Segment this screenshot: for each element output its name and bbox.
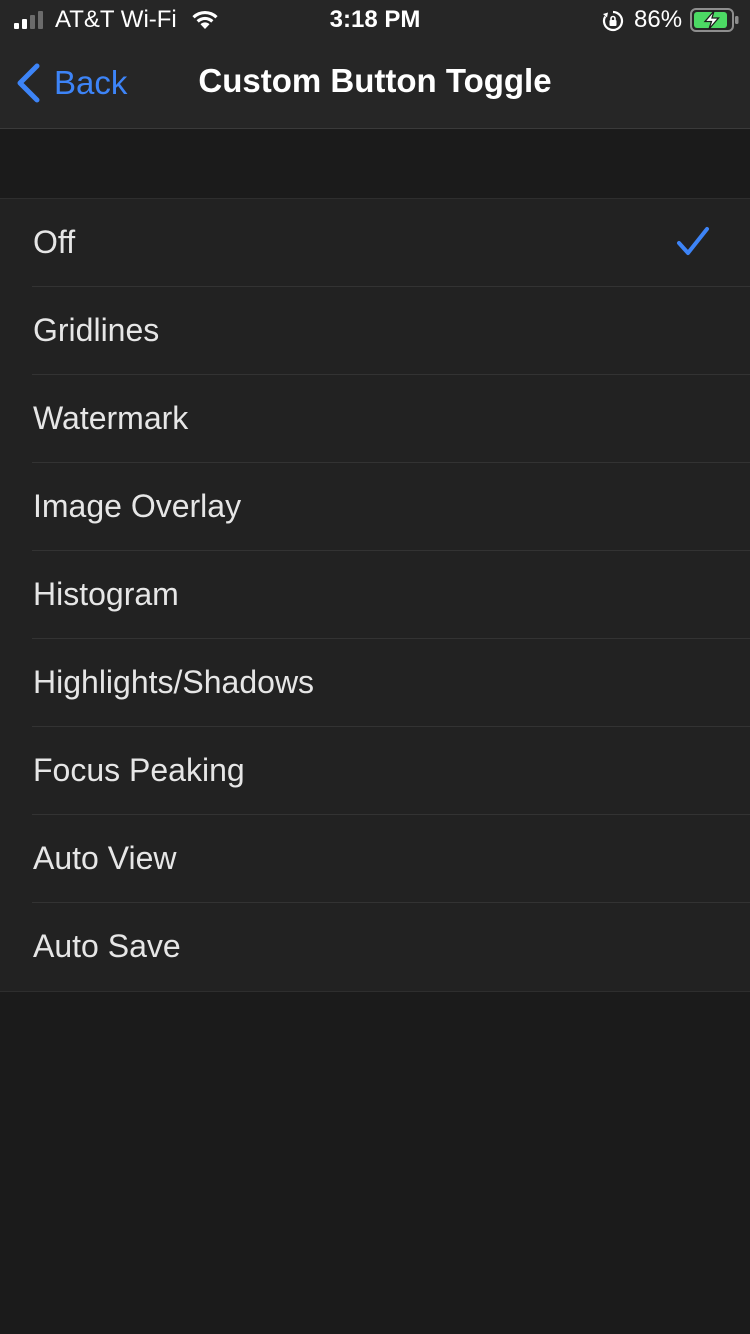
list-item-label: Off bbox=[33, 224, 76, 260]
list-item-label: Gridlines bbox=[33, 312, 160, 348]
list-item-label: Auto Save bbox=[33, 928, 181, 964]
battery-percent: 86% bbox=[634, 6, 683, 33]
list-item-label: Auto View bbox=[33, 840, 177, 876]
list-item-image-overlay[interactable]: Image Overlay bbox=[0, 463, 750, 551]
list-item-label: Image Overlay bbox=[33, 488, 242, 524]
list-item-label: Watermark bbox=[33, 400, 189, 436]
screen: AT&T Wi-Fi 3:18 PM 86% Back Custom Butto… bbox=[0, 0, 750, 1334]
status-bar: AT&T Wi-Fi 3:18 PM 86% bbox=[0, 0, 750, 40]
checkmark-icon bbox=[677, 227, 709, 255]
list-item-label: Histogram bbox=[33, 576, 179, 612]
page-title: Custom Button Toggle bbox=[198, 62, 552, 99]
list-item-label: Focus Peaking bbox=[33, 752, 245, 788]
list-item-highlights-shadows[interactable]: Highlights/Shadows bbox=[0, 639, 750, 727]
list-item-auto-view[interactable]: Auto View bbox=[0, 815, 750, 903]
navigation-bar: Back Custom Button Toggle bbox=[0, 40, 750, 128]
list-item-histogram[interactable]: Histogram bbox=[0, 551, 750, 639]
list-item-gridlines[interactable]: Gridlines bbox=[0, 287, 750, 375]
battery-charging-icon bbox=[690, 8, 739, 32]
list-item-label: Highlights/Shadows bbox=[33, 664, 315, 700]
list-item-auto-save[interactable]: Auto Save bbox=[0, 903, 750, 991]
list-item-watermark[interactable]: Watermark bbox=[0, 375, 750, 463]
options-list: Off Gridlines Watermark Image Overlay Hi… bbox=[0, 198, 750, 992]
header: AT&T Wi-Fi 3:18 PM 86% Back Custom Butto… bbox=[0, 0, 750, 129]
list-item-focus-peaking[interactable]: Focus Peaking bbox=[0, 727, 750, 815]
list-item-off[interactable]: Off bbox=[0, 199, 750, 287]
orientation-lock-icon bbox=[602, 10, 624, 32]
